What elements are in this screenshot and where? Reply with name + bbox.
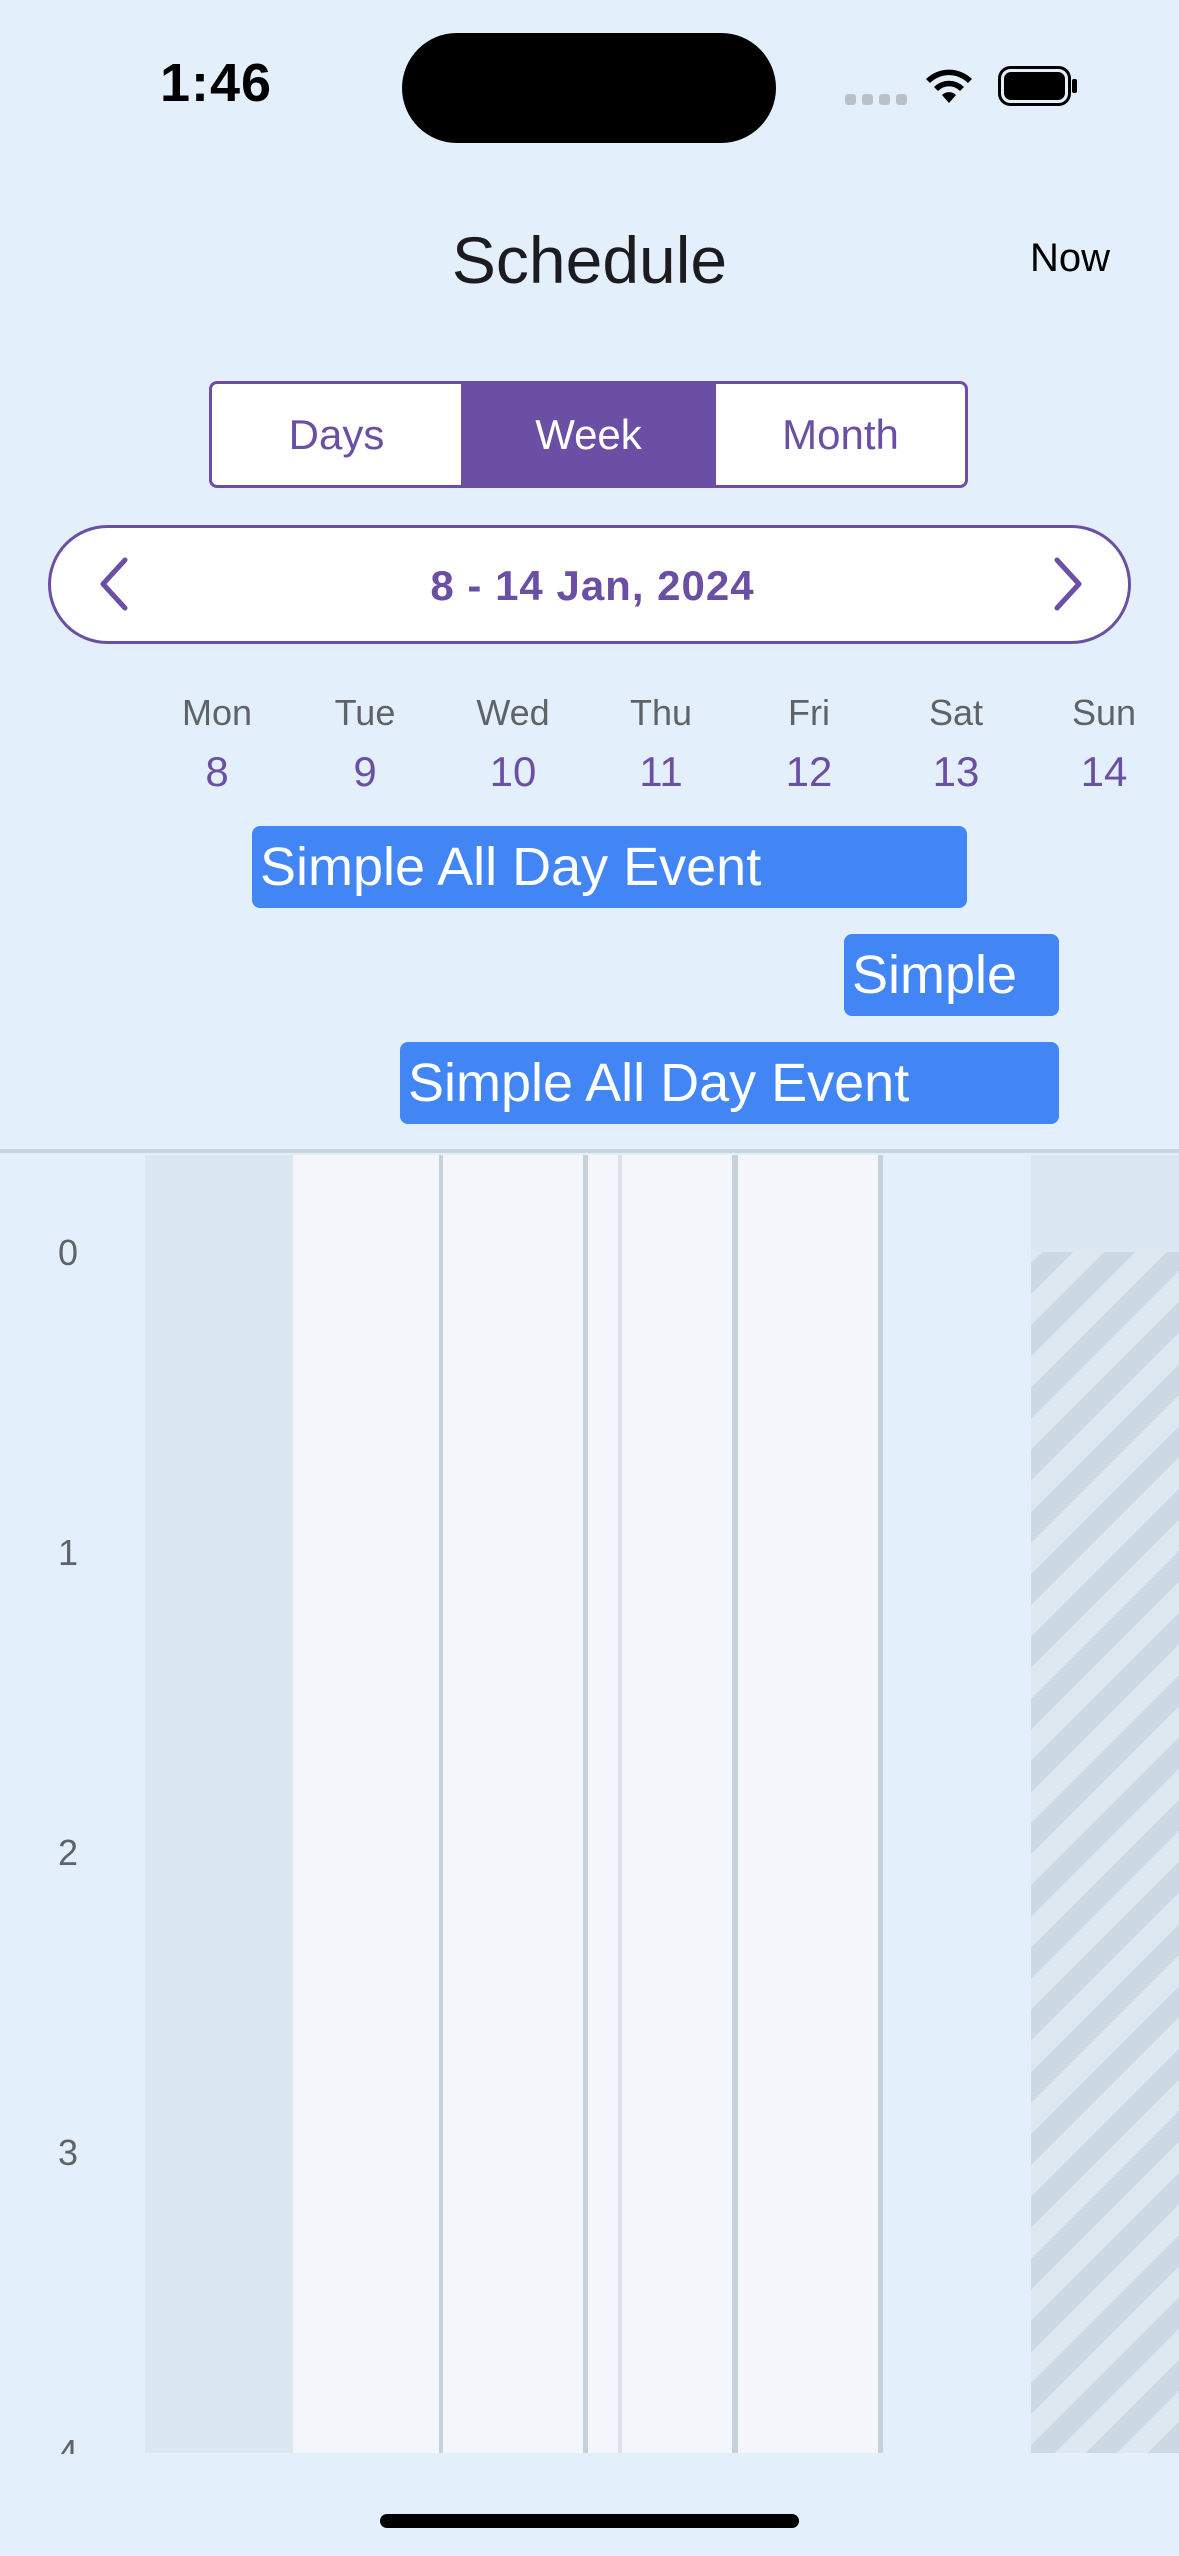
day-number: 13 — [932, 748, 980, 795]
day-name: Fri — [788, 692, 830, 733]
day-column-thu[interactable] — [622, 1155, 732, 2453]
home-indicator[interactable] — [380, 2514, 799, 2528]
hour-label: 3 — [58, 2132, 79, 2173]
day-header-tue[interactable]: Tue 9 — [305, 692, 425, 796]
wifi-icon — [926, 69, 972, 103]
day-header-mon[interactable]: Mon 8 — [157, 692, 277, 796]
day-header-wed[interactable]: Wed 10 — [453, 692, 573, 796]
all-day-event[interactable]: Simple All Day Event — [252, 826, 967, 908]
tab-days[interactable]: Days — [212, 384, 461, 485]
tab-month[interactable]: Month — [713, 384, 965, 485]
date-range-label[interactable]: 8 - 14 Jan, 2024 — [51, 562, 1134, 610]
day-header-thu[interactable]: Thu 11 — [601, 692, 721, 796]
dynamic-island — [402, 33, 776, 143]
hour-label: 1 — [58, 1532, 79, 1573]
page-title: Schedule — [451, 223, 728, 297]
day-column-fri[interactable] — [738, 1155, 878, 2453]
day-column-wed-extra[interactable] — [588, 1155, 618, 2453]
now-button[interactable]: Now — [1030, 236, 1110, 281]
chevron-right-icon[interactable] — [1047, 556, 1087, 612]
all-day-divider — [0, 1149, 1179, 1153]
all-day-event[interactable]: Simple All Day Event — [400, 1042, 1059, 1124]
hour-label: 4 — [58, 2432, 79, 2454]
cellular-signal-icon — [845, 94, 907, 106]
day-column-tue[interactable] — [293, 1155, 439, 2453]
battery-icon — [998, 66, 1077, 106]
day-header-sat[interactable]: Sat 13 — [896, 692, 1016, 796]
day-name: Tue — [334, 692, 396, 733]
day-column-wed[interactable] — [443, 1155, 583, 2453]
day-name: Sun — [1071, 692, 1137, 733]
hour-label: 2 — [58, 1832, 79, 1873]
day-number: 8 — [205, 748, 229, 795]
day-number: 14 — [1080, 748, 1128, 795]
day-number: 10 — [489, 748, 537, 795]
hour-label-clip: 4 — [0, 2420, 140, 2454]
day-name: Sat — [928, 692, 984, 733]
day-name: Wed — [476, 692, 550, 733]
tab-week[interactable]: Week — [461, 384, 713, 485]
day-name: Mon — [181, 692, 253, 733]
all-day-event[interactable]: Simple — [844, 934, 1059, 1016]
day-number: 9 — [353, 748, 377, 795]
hour-label: 0 — [58, 1232, 79, 1273]
day-column-sat[interactable] — [883, 1155, 1031, 2453]
day-header-sun[interactable]: Sun 14 — [1044, 692, 1164, 796]
date-range-navigator: 8 - 14 Jan, 2024 — [48, 525, 1131, 644]
day-header-fri[interactable]: Fri 12 — [749, 692, 869, 796]
day-number: 11 — [639, 748, 683, 795]
day-name: Thu — [629, 692, 693, 733]
view-switcher: Days Week Month — [209, 381, 968, 488]
day-number: 12 — [785, 748, 833, 795]
day-column-mon[interactable] — [145, 1155, 293, 2453]
unavailable-hatch — [1031, 1252, 1179, 2453]
status-time: 1:46 — [160, 53, 273, 113]
